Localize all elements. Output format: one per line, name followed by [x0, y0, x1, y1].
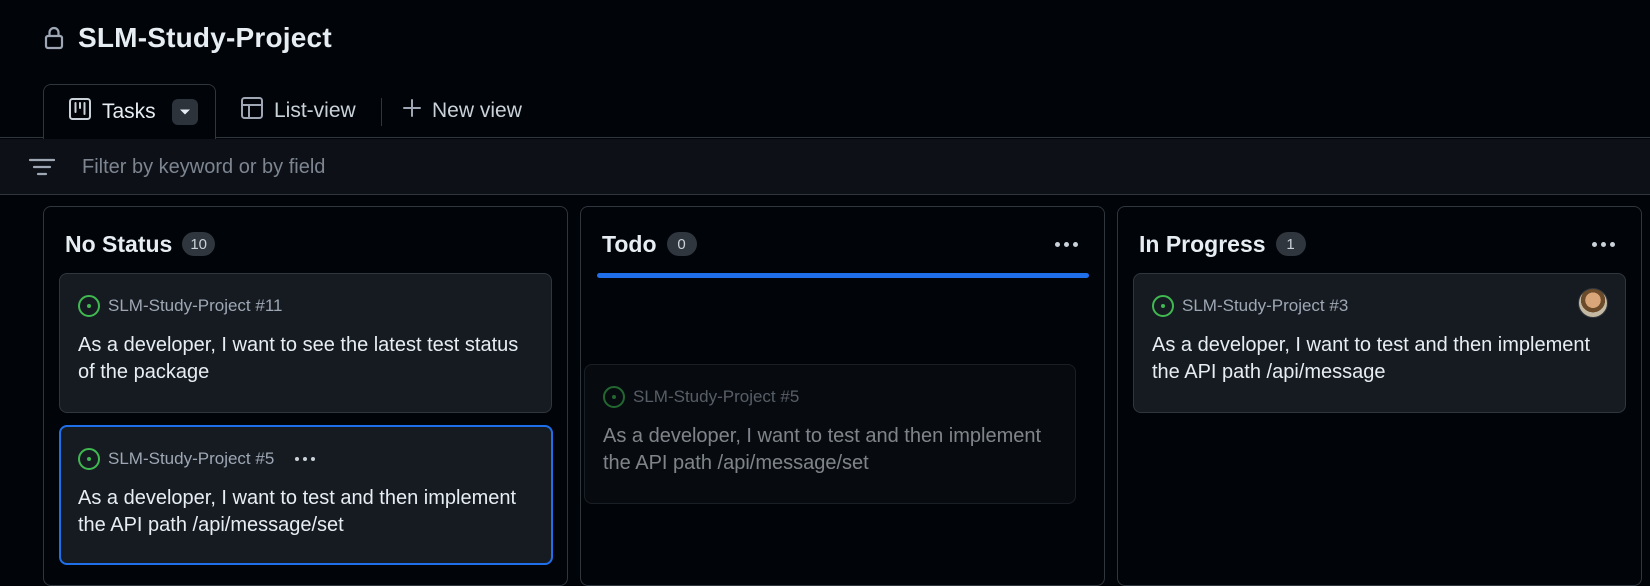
caret-down-icon — [179, 109, 190, 115]
project-header: SLM-Study-Project — [44, 16, 332, 60]
issue-title[interactable]: As a developer, I want to test and then … — [1152, 332, 1601, 386]
column-count: 10 — [182, 232, 216, 256]
issue-card-selected[interactable]: SLM-Study-Project #5 As a developer, I w… — [59, 425, 553, 565]
column-title: Todo — [602, 230, 657, 257]
column-header: Todo 0 — [602, 229, 1084, 259]
tab-label: New view — [432, 99, 522, 122]
tab-label: Tasks — [102, 100, 156, 123]
page-title: SLM-Study-Project — [78, 22, 332, 53]
issue-ref[interactable]: SLM-Study-Project #3 — [1151, 294, 1348, 318]
column-header: In Progress 1 — [1139, 229, 1621, 259]
column-todo: Todo 0 SLM-Study-Project #5 As a develop… — [580, 206, 1105, 586]
plus-icon — [402, 98, 422, 124]
issue-card[interactable]: SLM-Study-Project #11 As a developer, I … — [59, 273, 552, 413]
issue-title[interactable]: As a developer, I want to test and then … — [78, 485, 527, 539]
column-count: 0 — [666, 232, 697, 256]
filter-input[interactable] — [82, 149, 682, 185]
issue-open-icon — [1152, 295, 1174, 317]
issue-title[interactable]: As a developer, I want to see the latest… — [78, 332, 527, 386]
lock-icon — [44, 26, 64, 50]
tab-divider — [381, 98, 382, 126]
column-no-status: No Status 10 SLM-Study-Project #11 As a … — [43, 206, 568, 586]
column-count: 1 — [1275, 232, 1306, 256]
issue-ref-label: SLM-Study-Project #5 — [108, 449, 275, 468]
tab-tasks[interactable]: Tasks — [43, 84, 216, 139]
issue-open-icon — [78, 448, 100, 470]
issue-ref-label: SLM-Study-Project #3 — [1182, 296, 1349, 315]
column-more-options-icon[interactable] — [1048, 229, 1084, 259]
issue-ref[interactable]: SLM-Study-Project #11 — [77, 294, 282, 318]
filter-bar — [0, 139, 1650, 195]
tab-list-view[interactable]: List-view — [240, 84, 356, 138]
issue-card[interactable]: SLM-Study-Project #3 As a developer, I w… — [1133, 273, 1626, 413]
column-header: No Status 10 — [65, 229, 547, 259]
issue-ref-label: SLM-Study-Project #5 — [633, 387, 800, 406]
table-icon — [240, 96, 264, 126]
filter-icon[interactable] — [28, 157, 56, 182]
column-more-options-icon[interactable] — [1585, 229, 1621, 259]
new-view-button[interactable]: New view — [402, 84, 522, 138]
assignee-avatar[interactable] — [1578, 288, 1608, 318]
issue-ref-label: SLM-Study-Project #11 — [108, 296, 283, 315]
column-title: No Status — [65, 230, 173, 257]
column-title: In Progress — [1139, 230, 1266, 257]
view-tabs: Tasks List-view New view — [0, 84, 1650, 139]
issue-title: As a developer, I want to test and then … — [603, 425, 1042, 474]
board-icon — [68, 97, 92, 127]
tab-options-dropdown[interactable] — [171, 99, 198, 125]
dragging-card-ghost[interactable]: SLM-Study-Project #5 As a developer, I w… — [584, 364, 1076, 504]
issue-open-icon — [78, 295, 100, 317]
issue-open-icon — [603, 386, 625, 408]
column-in-progress: In Progress 1 SLM-Study-Project #3 As a … — [1117, 206, 1642, 586]
drop-indicator — [597, 273, 1089, 278]
card-more-options-icon[interactable] — [295, 457, 316, 461]
tab-label: List-view — [274, 99, 356, 122]
issue-ref[interactable]: SLM-Study-Project #5 — [77, 447, 316, 471]
issue-ref: SLM-Study-Project #5 — [602, 385, 799, 409]
